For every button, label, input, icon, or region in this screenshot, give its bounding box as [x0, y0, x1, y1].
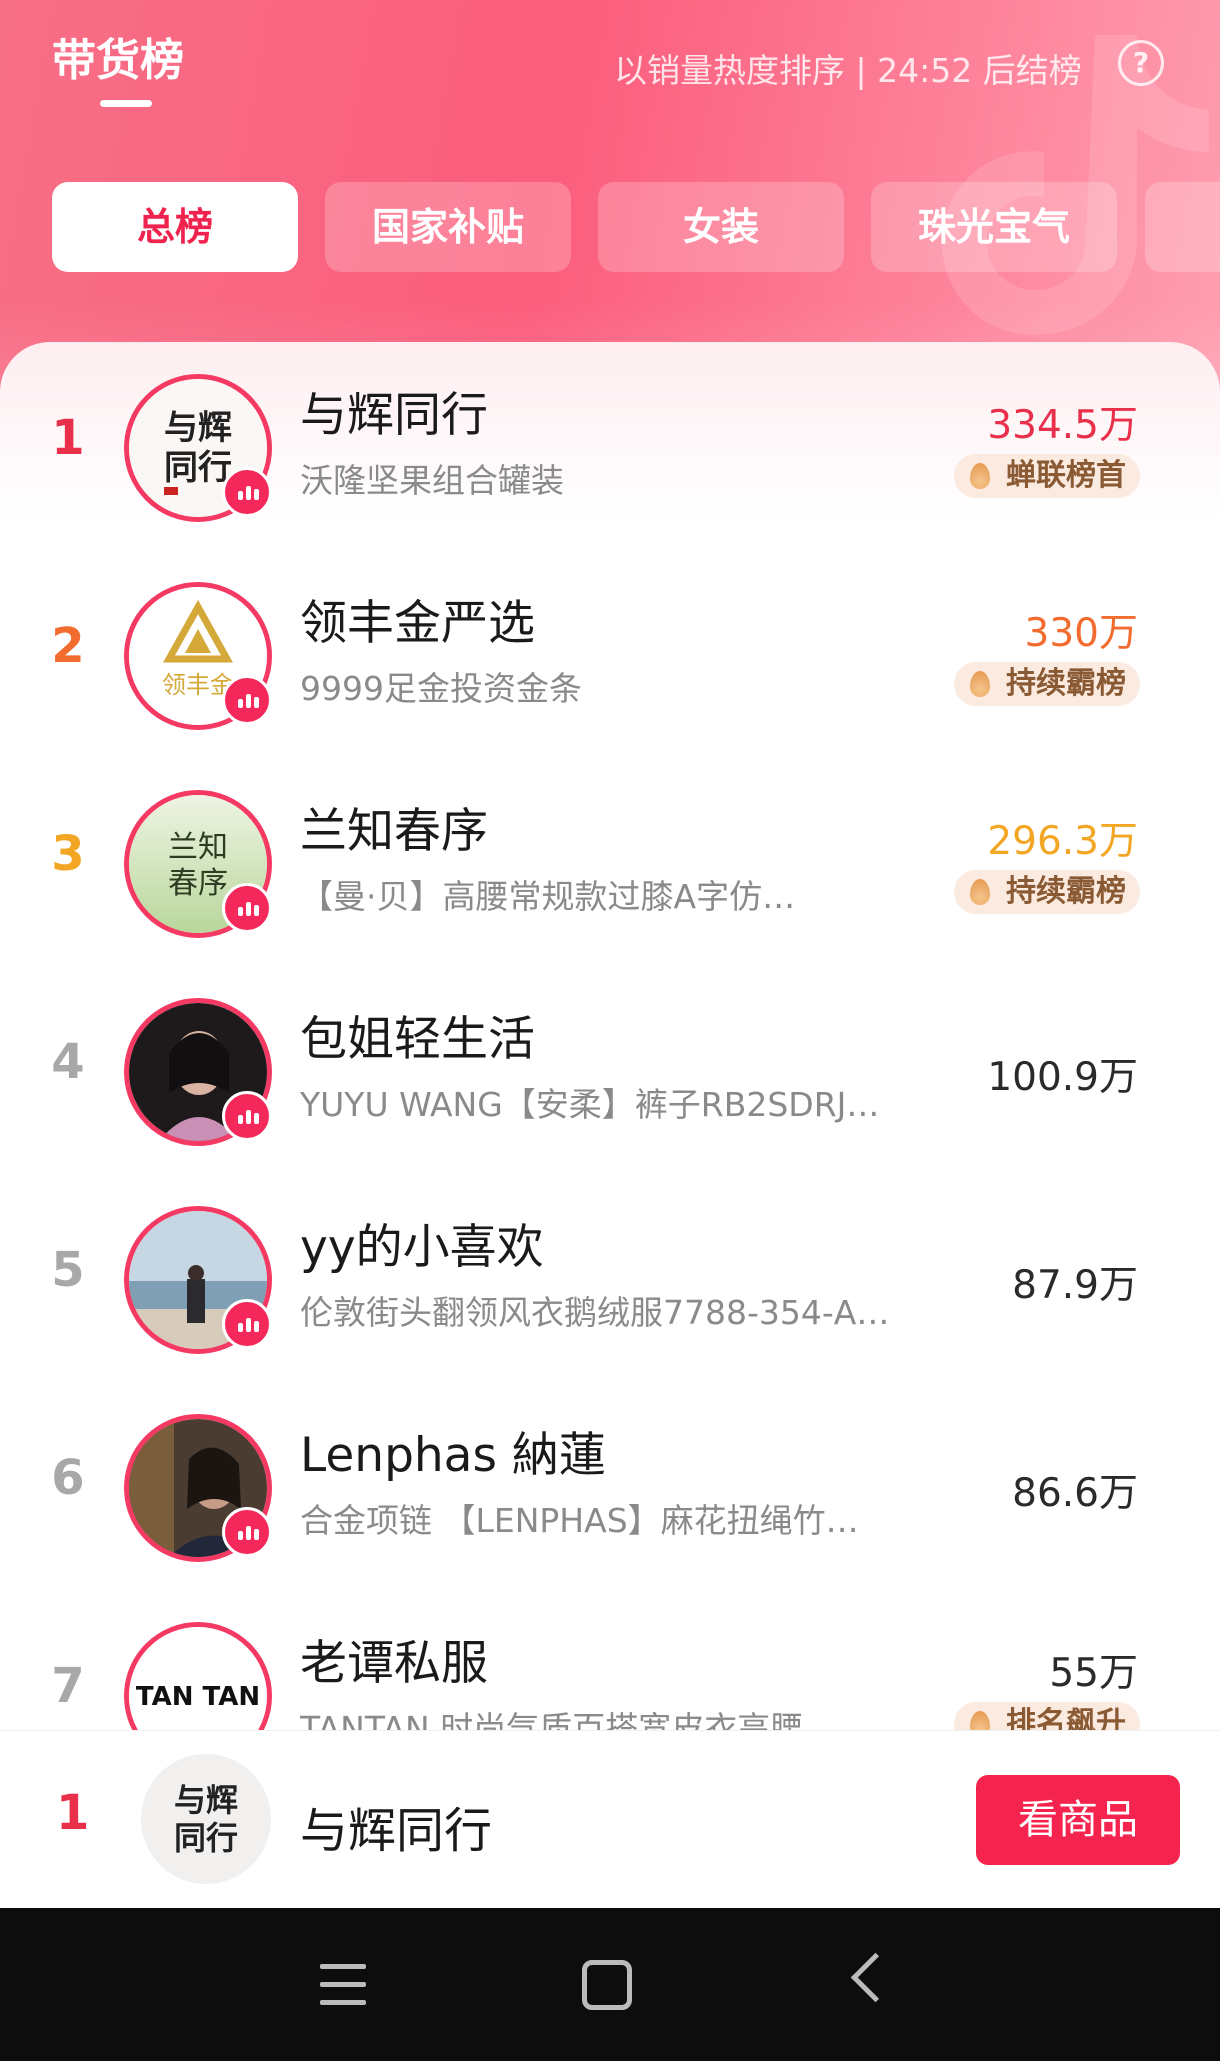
- page-title: 带货榜: [52, 35, 184, 86]
- svg-text:同行: 同行: [164, 448, 232, 488]
- streamer-name: 领丰金严选: [300, 596, 535, 651]
- streamer-name: 兰知春序: [300, 804, 488, 859]
- back-icon[interactable]: [850, 1952, 901, 2003]
- sales-value: 330万: [1024, 611, 1138, 656]
- streamer-name: 老谭私服: [300, 1636, 488, 1691]
- ranking-rule-text: 以销量热度排序 | 24:52 后结榜: [614, 51, 1082, 90]
- current-streamer-bar: 1 与辉 同行 与辉同行 看商品: [0, 1730, 1220, 1909]
- tab-jewelry[interactable]: 珠光宝气: [871, 182, 1117, 272]
- ranking-row[interactable]: 2 领丰金 领丰金严选 9999足金投资金条 330万 持续霸榜: [0, 550, 1220, 758]
- ranking-row[interactable]: 3 兰知 春序 兰知春序 【曼·贝】高腰常规款过膝A字仿… 296.3万 持续霸…: [0, 758, 1220, 966]
- status-badge: 持续霸榜: [954, 870, 1140, 914]
- flame-icon: [970, 671, 990, 697]
- ranking-row[interactable]: 4 包姐轻生活 YUYU WANG【安柔】裤子RB2SDRJ… 100.9万: [0, 966, 1220, 1174]
- flame-icon: [970, 463, 990, 489]
- flame-icon: [970, 879, 990, 905]
- sales-value: 55万: [1049, 1651, 1138, 1696]
- streamer-name: 包姐轻生活: [300, 1012, 535, 1067]
- live-indicator-icon: [222, 1091, 272, 1141]
- live-indicator-icon: [222, 1299, 272, 1349]
- rank-number: 1: [51, 410, 85, 466]
- rank-number: 5: [51, 1242, 85, 1298]
- rank-number: 7: [51, 1658, 85, 1714]
- product-name: 伦敦街头翻领风衣鹅绒服7788-354-A…: [300, 1293, 890, 1332]
- rank-number: 4: [51, 1034, 85, 1090]
- ranking-row[interactable]: 1 与辉 同行 与辉同行 沃隆坚果组合罐装 334.5万 蝉联榜首: [0, 342, 1220, 550]
- sales-value: 334.5万: [987, 403, 1138, 448]
- rank-number: 6: [51, 1450, 85, 1506]
- svg-text:与辉: 与辉: [174, 1781, 238, 1819]
- sales-value: 296.3万: [987, 819, 1138, 864]
- live-indicator-icon: [222, 1507, 272, 1557]
- live-indicator-icon: [222, 675, 272, 725]
- svg-text:兰知: 兰知: [168, 830, 228, 865]
- streamer-name: yy的小喜欢: [300, 1220, 544, 1275]
- ranking-list: 1 与辉 同行 与辉同行 沃隆坚果组合罐装 334.5万 蝉联榜首 2 领丰金 …: [0, 342, 1220, 1909]
- rank-number: 2: [51, 618, 85, 674]
- status-badge: 蝉联榜首: [954, 454, 1140, 498]
- product-name: 合金项链 【LENPHAS】麻花扭绳竹…: [300, 1501, 859, 1540]
- status-badge: 持续霸榜: [954, 662, 1140, 706]
- svg-text:与辉: 与辉: [164, 408, 232, 448]
- svg-text:春序: 春序: [168, 866, 228, 901]
- system-navigation-bar: [0, 1908, 1220, 2061]
- sales-value: 87.9万: [1012, 1263, 1138, 1308]
- tab-national-subsidy[interactable]: 国家补贴: [325, 182, 571, 272]
- view-products-button[interactable]: 看商品: [976, 1775, 1180, 1865]
- title-underline: [100, 100, 152, 107]
- tab-overall[interactable]: 总榜: [52, 182, 298, 272]
- product-name: 9999足金投资金条: [300, 669, 582, 708]
- menu-icon[interactable]: [320, 1964, 366, 2006]
- product-name: 沃隆坚果组合罐装: [300, 461, 564, 500]
- current-streamer-name: 与辉同行: [300, 1803, 493, 1859]
- tab-womens-clothing[interactable]: 女装: [598, 182, 844, 272]
- streamer-name: Lenphas 納蓮: [300, 1428, 606, 1483]
- home-icon[interactable]: [582, 1960, 632, 2010]
- ranking-row[interactable]: 5 yy的小喜欢 伦敦街头翻领风衣鹅绒服7788-354-A… 87.9万: [0, 1174, 1220, 1382]
- live-indicator-icon: [222, 883, 272, 933]
- help-icon[interactable]: ?: [1118, 40, 1164, 86]
- sales-value: 86.6万: [1012, 1471, 1138, 1516]
- rank-number: 3: [51, 826, 85, 882]
- current-rank-number: 1: [56, 1785, 90, 1841]
- tab-more[interactable]: [1145, 182, 1220, 272]
- svg-text:TAN TAN: TAN TAN: [136, 1682, 260, 1712]
- product-name: YUYU WANG【安柔】裤子RB2SDRJ…: [300, 1085, 880, 1124]
- svg-text:同行: 同行: [174, 1819, 238, 1857]
- sales-value: 100.9万: [987, 1055, 1138, 1100]
- product-name: 【曼·贝】高腰常规款过膝A字仿…: [300, 877, 796, 916]
- live-indicator-icon: [222, 467, 272, 517]
- streamer-name: 与辉同行: [300, 388, 488, 443]
- current-avatar[interactable]: 与辉 同行: [142, 1755, 270, 1883]
- ranking-row[interactable]: 6 Lenphas 納蓮 合金项链 【LENPHAS】麻花扭绳竹… 86.6万: [0, 1382, 1220, 1590]
